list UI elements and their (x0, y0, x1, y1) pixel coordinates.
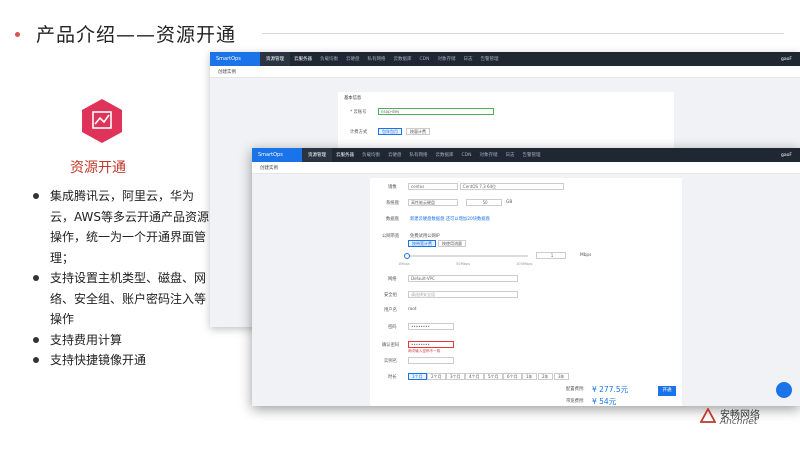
nav-item[interactable]: 告警管理 (476, 56, 502, 62)
config-fee-value: ¥ 277.5元 (592, 385, 629, 394)
password-input[interactable]: •••••••• (408, 323, 454, 330)
title-underline (262, 33, 784, 34)
section-title: 基本信息 (344, 96, 362, 101)
billing-monthly-button[interactable]: 包年包月 (378, 128, 402, 135)
bullet-item: 集成腾讯云，阿里云，华为云，AWS等多云开通产品资源操作，统一为一个开通界面管理… (32, 186, 210, 268)
slide-title: 产品介绍——资源开通 (36, 24, 237, 46)
nav-item[interactable]: 日志 (501, 152, 518, 158)
bandwidth-input[interactable]: 1 (536, 252, 566, 259)
resource-menu-button[interactable]: 资源管理 (260, 52, 290, 66)
image-type-select[interactable]: centos (408, 183, 458, 190)
nav-item[interactable]: 云服务器 (332, 152, 358, 158)
create-button[interactable]: 开通 (658, 386, 676, 396)
bandwidth-billing-button[interactable]: 按带宽计费 (408, 240, 436, 247)
bullet-item: 支持费用计算 (32, 330, 210, 351)
duration-option[interactable]: 3个月 (446, 373, 465, 380)
slider-handle[interactable] (404, 253, 410, 259)
duration-option[interactable]: 2个月 (427, 373, 446, 380)
duration-option[interactable]: 1年 (522, 373, 537, 380)
nav-item[interactable]: 对象存储 (433, 56, 459, 62)
confirm-password-label: 确认密码 (382, 343, 400, 348)
config-fee-label: 配置费用: (566, 387, 585, 392)
datadisk-label: 数据盘 (386, 217, 399, 222)
form-card: 镜像 centos CentOS 7.3 64位 系统盘 高性能云硬盘 50 G… (370, 178, 682, 406)
nav-item[interactable]: 私有网络 (364, 56, 390, 62)
confirm-password-input[interactable]: •••••••• (408, 341, 454, 348)
logo-icon (700, 408, 716, 423)
slider-tick: 100Mbps (516, 262, 533, 266)
nav-item[interactable]: CDN (458, 153, 476, 158)
app-brand[interactable]: SmartOps (210, 52, 260, 66)
disk-label: 系统盘 (386, 201, 399, 206)
username-label: 用户名 (384, 308, 397, 313)
page-breadcrumb: 创建实例 (210, 66, 800, 78)
bandwidth-label: 公网带宽 (382, 234, 400, 239)
network-select[interactable]: Default-VPC (408, 275, 518, 282)
app-brand[interactable]: SmartOps (252, 148, 302, 162)
title-bullet-dot (15, 32, 20, 37)
add-datadisk-link[interactable]: 新建云硬盘数据盘 还可以增加20块数据盘 (410, 216, 490, 222)
disk-type-select[interactable]: 高性能云硬盘 (408, 199, 458, 206)
password-label: 密码 (388, 325, 397, 330)
nav-item[interactable]: CDN (416, 57, 434, 62)
traffic-billing-button[interactable]: 按使用流量 (438, 240, 466, 247)
disk-unit: GB (506, 200, 513, 205)
slider-tick: 50Mbps (456, 262, 471, 266)
billing-usage-button[interactable]: 按量计费 (406, 128, 430, 135)
bandwidth-slider[interactable] (406, 255, 528, 257)
image-version-select[interactable]: CentOS 7.3 64位 (460, 183, 564, 190)
nav-item[interactable]: 日志 (459, 56, 476, 62)
free-ip-checkbox[interactable]: 免费试用公网IP (410, 233, 440, 239)
bandwidth-fee-value: ¥ 54元 (592, 397, 617, 406)
account-select[interactable]: nsop-dev (378, 108, 494, 115)
page-breadcrumb: 创建实例 (252, 162, 800, 174)
chat-icon[interactable] (776, 382, 792, 398)
duration-option[interactable]: 3年 (554, 373, 569, 380)
duration-option[interactable]: 4个月 (465, 373, 484, 380)
security-label: 安全组 (384, 293, 397, 298)
duration-label: 时长 (388, 375, 397, 380)
resource-menu-button[interactable]: 资源管理 (302, 148, 332, 162)
user-menu[interactable]: gaoF (781, 57, 800, 62)
duration-option[interactable]: 5个月 (484, 373, 503, 380)
logo-text-en: Anchnet (720, 417, 758, 427)
image-label: 镜像 (388, 185, 397, 190)
nav-item[interactable]: 对象存储 (475, 152, 501, 158)
instance-name-label: 实例名 (384, 359, 397, 364)
instance-name-input[interactable] (408, 357, 454, 364)
nav-item[interactable]: 云数据库 (432, 152, 458, 158)
duration-option[interactable]: 6个月 (503, 373, 522, 380)
password-error: 两次输入密码不一致 (408, 349, 441, 353)
field-label: 计费方式 (350, 130, 368, 135)
security-group-select[interactable]: 请选择安全组 (408, 291, 518, 298)
app-topbar: SmartOps 资源管理 云服务器 负载均衡 云硬盘 私有网络 云数据库 CD… (210, 52, 800, 66)
nav-item[interactable]: 云硬盘 (384, 152, 406, 158)
nav-item[interactable]: 云数据库 (390, 56, 416, 62)
slider-tick: 1Mbps (398, 262, 410, 266)
duration-option[interactable]: 2年 (538, 373, 553, 380)
nav-item[interactable]: 负载均衡 (358, 152, 384, 158)
duration-option[interactable]: 1个月 (408, 373, 427, 380)
nav-item[interactable]: 云硬盘 (342, 56, 364, 62)
feature-list: 集成腾讯云，阿里云，华为云，AWS等多云开通产品资源操作，统一为一个开通界面管理… (32, 186, 210, 371)
username-value: root (408, 307, 417, 312)
disk-size-input[interactable]: 50 (466, 199, 502, 206)
user-menu[interactable]: gaoF (781, 153, 800, 158)
bullet-item: 支持快捷镜像开通 (32, 350, 210, 371)
feature-title: 资源开通 (70, 160, 126, 176)
field-label: * 云账号 (350, 110, 367, 115)
nav-item[interactable]: 告警管理 (518, 152, 544, 158)
bandwidth-unit: Mbps (580, 253, 592, 258)
resource-icon (82, 99, 122, 143)
bandwidth-fee-label: 带宽费用: (566, 399, 585, 404)
nav-item[interactable]: 云服务器 (290, 56, 316, 62)
screenshot-front: SmartOps 资源管理 云服务器 负载均衡 云硬盘 私有网络 云数据库 CD… (252, 148, 800, 406)
bullet-item: 支持设置主机类型、磁盘、网络、安全组、账户密码注入等操作 (32, 268, 210, 330)
app-topbar: SmartOps 资源管理 云服务器 负载均衡 云硬盘 私有网络 云数据库 CD… (252, 148, 800, 162)
nav-item[interactable]: 私有网络 (406, 152, 432, 158)
nav-item[interactable]: 负载均衡 (316, 56, 342, 62)
network-label: 网络 (388, 277, 397, 282)
